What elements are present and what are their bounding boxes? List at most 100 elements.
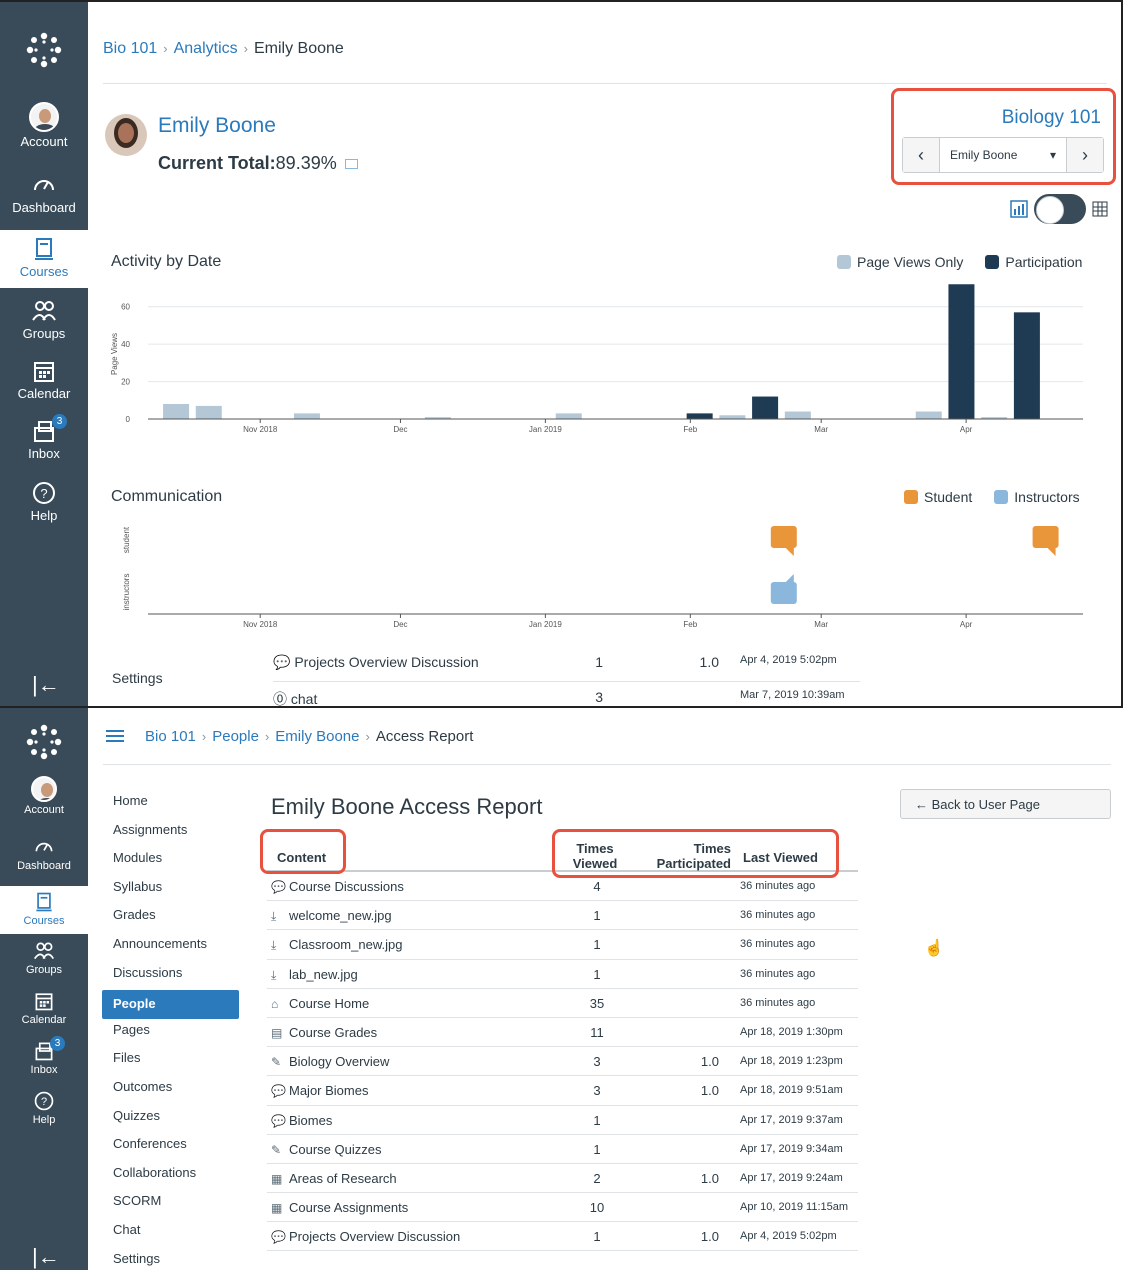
content-link[interactable]: ⤓ welcome_new.jpg (271, 908, 392, 924)
collapse-nav-icon[interactable]: |← (32, 1244, 60, 1270)
breadcrumb-analytics[interactable]: Analytics (174, 40, 238, 57)
table-row[interactable]: ✎ Course Quizzes 1 Apr 17, 2019 9:34am (267, 1135, 858, 1164)
legend-page-views: Page Views Only (837, 254, 963, 270)
x-tick-label: Feb (683, 425, 697, 434)
course-nav-collaborations[interactable]: Collaborations (102, 1162, 239, 1191)
content-link[interactable]: ⓪ chat (273, 689, 573, 706)
hamburger-menu-icon[interactable] (106, 730, 124, 742)
table-row[interactable]: 💬 Biomes 1 Apr 17, 2019 9:37am (267, 1106, 858, 1135)
nav-account[interactable]: Account (0, 776, 88, 816)
content-link[interactable]: ⤓ Classroom_new.jpg (271, 937, 402, 953)
table-row[interactable]: ⤓ Classroom_new.jpg 1 36 minutes ago (267, 930, 858, 960)
speech-bubble-tail (1047, 548, 1056, 556)
canvas-logo-icon[interactable] (24, 30, 64, 70)
student-message-marker (770, 526, 797, 556)
course-nav-people[interactable]: People (102, 990, 239, 1019)
nav-groups[interactable]: Groups (0, 298, 88, 341)
times-viewed: 3 (593, 1083, 601, 1099)
content-link[interactable]: 💬 Major Biomes (271, 1083, 368, 1098)
times-viewed: 1 (593, 937, 601, 953)
nav-dashboard[interactable]: Dashboard (0, 836, 88, 872)
nav-courses[interactable]: Courses (0, 230, 88, 288)
student-name[interactable]: Emily Boone (158, 114, 276, 138)
legend-label: Page Views Only (857, 254, 964, 270)
course-nav-settings[interactable]: Settings (102, 1248, 239, 1270)
course-nav-modules[interactable]: Modules (102, 847, 239, 876)
course-nav-announcements[interactable]: Announcements (102, 933, 239, 962)
nav-courses-label: Courses (23, 915, 65, 927)
speech-bubble (770, 582, 797, 604)
table-view-icon[interactable] (1092, 201, 1108, 217)
course-nav-syllabus[interactable]: Syllabus (102, 876, 239, 905)
message-icon[interactable] (344, 159, 358, 170)
nav-help[interactable]: ? Help (0, 1090, 88, 1126)
course-name-link[interactable]: Biology 101 (1002, 107, 1101, 129)
student-select[interactable]: Emily Boone ▾ (939, 138, 1067, 172)
course-nav-grades[interactable]: Grades (102, 904, 239, 933)
table-row[interactable]: ⤓ welcome_new.jpg 1 36 minutes ago (267, 901, 858, 931)
next-student-button[interactable]: › (1067, 138, 1103, 172)
content-link[interactable]: ⤓ lab_new.jpg (271, 967, 358, 983)
table-row[interactable]: ⓪ chat 3 Mar 7, 2019 10:39am (103, 689, 1083, 706)
current-total: Current Total:89.39% (158, 153, 358, 174)
nav-calendar[interactable]: Calendar (0, 358, 88, 401)
content-link[interactable]: 💬 Course Discussions (271, 879, 404, 894)
course-nav-assignments[interactable]: Assignments (102, 819, 239, 848)
course-nav-home[interactable]: Home (102, 790, 239, 819)
breadcrumb-people[interactable]: People (212, 728, 259, 745)
course-nav-outcomes[interactable]: Outcomes (102, 1076, 239, 1105)
back-to-user-page-button[interactable]: ← Back to User Page (900, 789, 1111, 819)
course-nav-files[interactable]: Files (102, 1047, 239, 1076)
x-tick-label: Apr (960, 620, 973, 629)
help-icon: ⓪ (273, 691, 291, 706)
nav-calendar-label: Calendar (17, 386, 71, 401)
content-link[interactable]: ▦ Course Assignments (271, 1200, 408, 1215)
legend-swatch (994, 490, 1009, 504)
nav-account[interactable]: Account (0, 102, 88, 149)
course-nav-quizzes[interactable]: Quizzes (102, 1105, 239, 1134)
course-nav-chat[interactable]: Chat (102, 1219, 239, 1248)
content-link[interactable]: ▤ Course Grades (271, 1025, 377, 1040)
table-row[interactable]: 💬 Projects Overview Discussion 1 1.0 Apr… (103, 654, 1083, 684)
previous-student-button[interactable]: ‹ (903, 138, 939, 172)
content-link[interactable]: 💬 Projects Overview Discussion (273, 654, 573, 671)
nav-calendar[interactable]: Calendar (0, 990, 88, 1026)
content-link[interactable]: ⌂ Course Home (271, 996, 369, 1011)
course-nav-conferences[interactable]: Conferences (102, 1133, 239, 1162)
content-link[interactable]: 💬 Biomes (271, 1113, 332, 1128)
table-row[interactable]: ▦ Areas of Research 2 1.0 Apr 17, 2019 9:24a… (267, 1164, 858, 1194)
table-row[interactable]: ▤ Course Grades 11 Apr 18, 2019 1:30pm (267, 1018, 858, 1048)
nav-account-label: Account (20, 134, 68, 149)
table-row[interactable]: ⤓ lab_new.jpg 1 36 minutes ago (267, 960, 858, 989)
table-row[interactable]: 💬 Projects Overview Discussion 1 1.0 Apr 4, … (267, 1222, 858, 1252)
course-nav-discussions[interactable]: Discussions (102, 962, 239, 991)
x-tick-label: Nov 2018 (243, 425, 278, 434)
times-viewed: 35 (589, 995, 605, 1011)
breadcrumb-course[interactable]: Bio 101 (145, 728, 196, 745)
nav-groups[interactable]: Groups (0, 940, 88, 976)
collapse-nav-icon[interactable]: |← (32, 672, 60, 698)
course-nav-settings[interactable]: Settings (112, 670, 163, 686)
content-link[interactable]: ✎ Course Quizzes (271, 1142, 381, 1157)
table-row[interactable]: ▦ Course Assignments 10 Apr 10, 2019 11:15a… (267, 1193, 858, 1223)
nav-courses[interactable]: Courses (0, 886, 88, 934)
nav-inbox[interactable]: 3 Inbox (0, 1036, 88, 1076)
graph-view-icon[interactable] (1010, 200, 1028, 218)
nav-inbox[interactable]: 3 Inbox (0, 414, 88, 461)
content-link[interactable]: ▦ Areas of Research (271, 1171, 397, 1186)
nav-dashboard[interactable]: Dashboard (0, 172, 88, 215)
help-icon: ? (33, 482, 55, 504)
table-row[interactable]: 💬 Major Biomes 3 1.0 Apr 18, 2019 9:51am (267, 1076, 858, 1106)
graph-table-toggle[interactable] (1034, 194, 1086, 224)
content-link[interactable]: 💬 Projects Overview Discussion (271, 1229, 460, 1244)
table-row[interactable]: ✎ Biology Overview 3 1.0 Apr 18, 2019 1:23pm (267, 1047, 858, 1077)
course-nav-pages[interactable]: Pages (102, 1019, 239, 1048)
course-nav-scorm[interactable]: SCORM (102, 1190, 239, 1219)
breadcrumb-course[interactable]: Bio 101 (103, 40, 157, 57)
nav-help[interactable]: ? Help (0, 480, 88, 523)
y-tick-label: 40 (121, 340, 130, 349)
content-link[interactable]: ✎ Biology Overview (271, 1054, 389, 1069)
table-row[interactable]: ⌂ Course Home 35 36 minutes ago (267, 989, 858, 1018)
breadcrumb-student[interactable]: Emily Boone (275, 728, 359, 745)
canvas-logo-icon[interactable] (24, 722, 64, 762)
